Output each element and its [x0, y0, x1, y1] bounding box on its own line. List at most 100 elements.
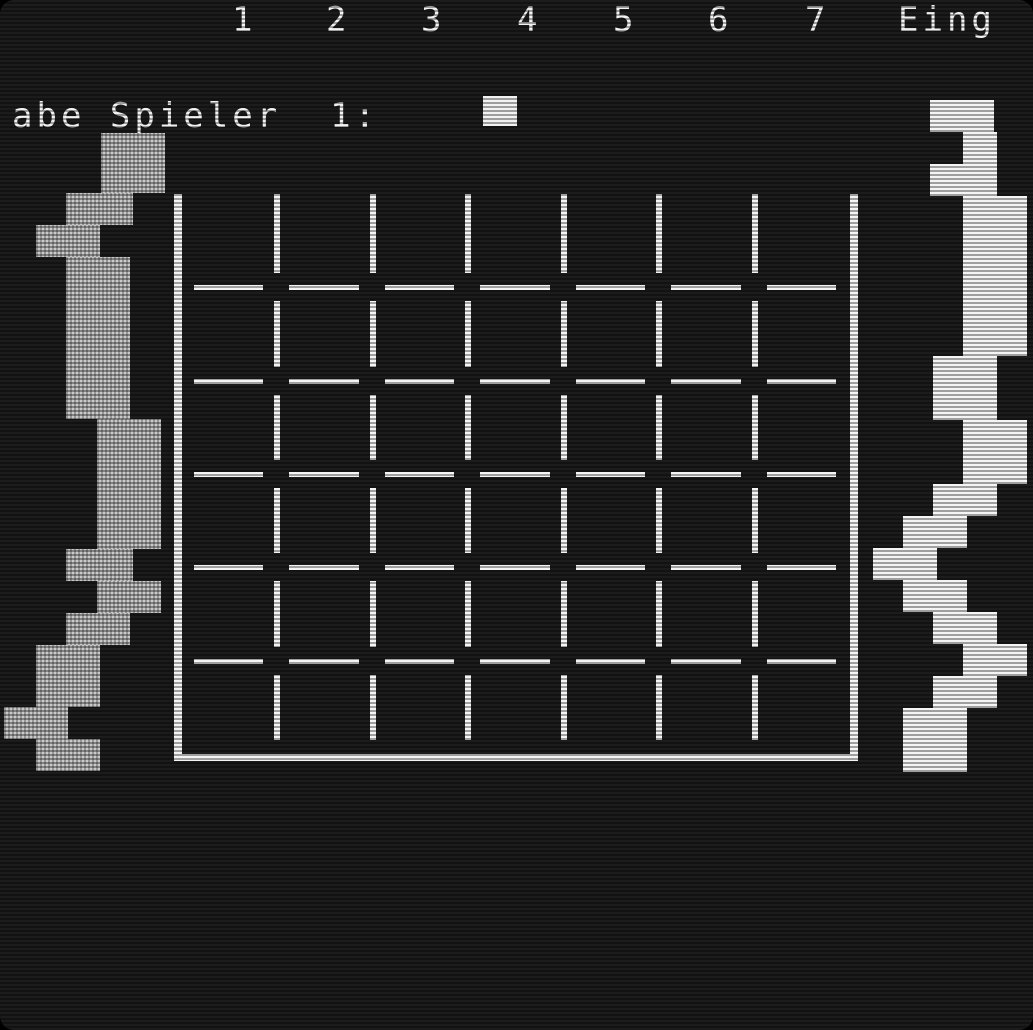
right-decor-block [903, 708, 967, 772]
right-decor-block [963, 132, 997, 164]
board-grid-horizontal-segment [766, 378, 836, 384]
board-grid-vertical-segment [656, 194, 663, 274]
left-decor-block [97, 581, 161, 613]
column-number-4: 4 [517, 0, 538, 40]
board-grid-vertical-segment [751, 581, 758, 647]
board-grid-vertical-segment [465, 194, 472, 274]
board-grid-horizontal-segment [480, 378, 550, 384]
board-grid-horizontal-segment [480, 658, 550, 664]
board-grid-horizontal-segment [194, 565, 264, 571]
left-decor-block [66, 549, 133, 581]
board-grid-horizontal-segment [289, 658, 359, 664]
board-grid-horizontal-segment [289, 565, 359, 571]
board-grid-vertical-segment [751, 194, 758, 274]
board-grid-horizontal-segment [194, 285, 264, 291]
crt-screen: 1 2 3 4 5 6 7 Eing abe Spieler 1: [0, 0, 1033, 1030]
board-grid-vertical-segment [751, 674, 758, 740]
board-grid-vertical-segment [369, 674, 376, 740]
board-grid-horizontal-segment [194, 658, 264, 664]
left-decor-block [66, 613, 130, 645]
board-grid-horizontal-segment [671, 285, 741, 291]
board-grid-vertical-segment [751, 301, 758, 367]
board-grid-vertical-segment [656, 301, 663, 367]
board-grid-vertical-segment [656, 674, 663, 740]
board-grid-vertical-segment [560, 394, 567, 460]
right-decor-block [963, 644, 1027, 676]
board-grid-horizontal-segment [480, 472, 550, 477]
board-grid-horizontal-segment [766, 472, 836, 477]
column-number-5: 5 [613, 0, 634, 40]
board-grid-horizontal-segment [575, 472, 646, 477]
left-decor-block [4, 707, 68, 739]
left-decor-block [36, 645, 100, 707]
board-grid-vertical-segment [656, 394, 663, 460]
right-decor-block [873, 548, 937, 580]
input-prompt-start: Eing [898, 0, 996, 40]
column-number-2: 2 [326, 0, 347, 40]
board-right-wall [850, 194, 858, 760]
board-grid-vertical-segment [274, 394, 281, 460]
board-grid-horizontal-segment [671, 658, 741, 664]
board-grid-vertical-segment [560, 194, 567, 274]
board-grid-vertical-segment [560, 301, 567, 367]
board-grid-vertical-segment [465, 301, 472, 367]
board-grid-horizontal-segment [194, 472, 264, 477]
column-number-header: 1 2 3 4 5 6 7 Eing [0, 0, 1033, 40]
board-grid-vertical-segment [751, 394, 758, 460]
column-number-1: 1 [232, 0, 253, 40]
left-decor-block [66, 193, 133, 225]
board-grid-horizontal-segment [384, 565, 455, 571]
board-grid-vertical-segment [274, 488, 281, 554]
right-decor-block [930, 164, 997, 196]
board-grid-vertical-segment [560, 674, 567, 740]
right-decor-block [963, 420, 1027, 484]
board-grid-horizontal-segment [766, 658, 836, 664]
board-grid-horizontal-segment [575, 285, 646, 291]
left-decor-block [101, 133, 165, 193]
board-grid-horizontal-segment [480, 285, 550, 291]
right-decor-block [933, 484, 997, 516]
board-grid-vertical-segment [369, 301, 376, 367]
board-grid-horizontal-segment [384, 658, 455, 664]
right-decor-block [903, 516, 967, 548]
board-grid-vertical-segment [465, 674, 472, 740]
right-decor-block [933, 676, 997, 708]
board-floor [174, 754, 858, 761]
board-grid-horizontal-segment [766, 565, 836, 571]
right-decor-block [903, 580, 967, 612]
right-decor-block [963, 196, 1027, 356]
board-grid-vertical-segment [656, 581, 663, 647]
left-decor-block [66, 257, 130, 419]
board-grid-horizontal-segment [766, 285, 836, 291]
board-grid-vertical-segment [274, 674, 281, 740]
board-grid-vertical-segment [369, 194, 376, 274]
board-grid-vertical-segment [274, 581, 281, 647]
board-grid-vertical-segment [465, 488, 472, 554]
board-grid-vertical-segment [560, 488, 567, 554]
board-left-wall [174, 194, 182, 760]
board-grid-horizontal-segment [289, 285, 359, 291]
right-decor-block [933, 612, 997, 644]
board-grid-vertical-segment [369, 394, 376, 460]
board-grid-vertical-segment [274, 301, 281, 367]
board-grid-horizontal-segment [384, 285, 455, 291]
board-grid-horizontal-segment [575, 565, 646, 571]
board-grid-horizontal-segment [671, 472, 741, 477]
board-grid-horizontal-segment [671, 378, 741, 384]
board-grid-horizontal-segment [575, 378, 646, 384]
board-grid-horizontal-segment [384, 378, 455, 384]
board-grid-horizontal-segment [671, 565, 741, 571]
board-grid-vertical-segment [465, 394, 472, 460]
right-decor-block [933, 356, 997, 420]
left-decor-block [97, 419, 161, 549]
text-cursor[interactable] [483, 96, 517, 126]
board-grid-horizontal-segment [480, 565, 550, 571]
board-grid-vertical-segment [274, 194, 281, 274]
board-grid-horizontal-segment [194, 378, 264, 384]
board-grid-vertical-segment [560, 581, 567, 647]
column-number-7: 7 [805, 0, 826, 40]
board-grid-horizontal-segment [575, 658, 646, 664]
board-grid-vertical-segment [369, 581, 376, 647]
board-grid-vertical-segment [465, 581, 472, 647]
column-number-6: 6 [708, 0, 729, 40]
